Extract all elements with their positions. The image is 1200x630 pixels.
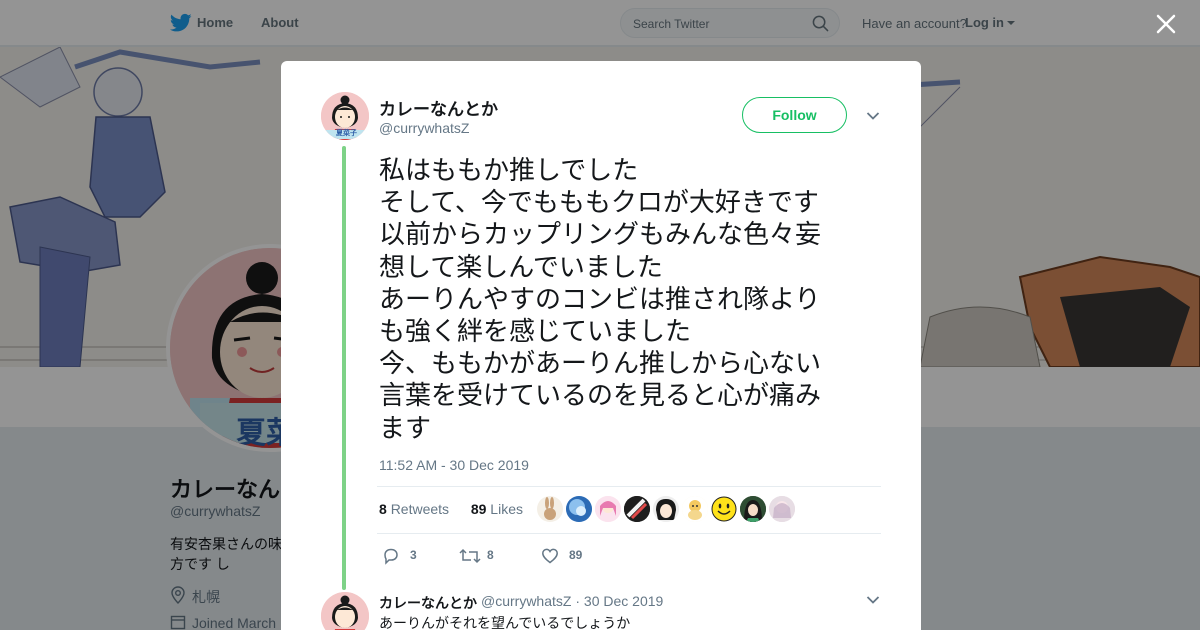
chevron-down-icon[interactable]: [866, 595, 880, 605]
tweet-author-avatar[interactable]: 夏菜子: [321, 92, 369, 140]
retweets-label: Retweets: [390, 501, 450, 517]
close-icon[interactable]: [1154, 12, 1178, 36]
tweet-modal: 夏菜子 カレーなんとか @currywhatsZ Follow 私はももか推しで…: [281, 61, 921, 630]
tweet-text-line: ます: [379, 412, 432, 443]
reply-icon[interactable]: [382, 547, 400, 565]
divider: [377, 486, 881, 487]
reply-separator: ·: [575, 593, 581, 609]
tweet-text-line: あーりんやすのコンビは推され隊より: [379, 283, 821, 314]
tweet-text-line: 言葉を受けているのを見ると心が痛み: [379, 380, 822, 411]
reply-author-name[interactable]: カレーなんとか: [379, 593, 477, 613]
tweet-author-handle[interactable]: @currywhatsZ: [379, 120, 469, 136]
likes-count: 89: [470, 501, 487, 517]
reply-author-avatar[interactable]: [321, 592, 369, 630]
thread-line: [342, 146, 346, 590]
liker-avatar[interactable]: [624, 496, 650, 522]
like-count: 89: [569, 548, 583, 562]
retweets-count: 8: [379, 501, 387, 517]
liker-avatar[interactable]: [740, 496, 766, 522]
tweet-text-line: 想して楽しんでいました: [379, 251, 663, 282]
liker-avatar[interactable]: [769, 496, 795, 522]
reply-date[interactable]: 30 Dec 2019: [584, 593, 663, 609]
reply-text: あーりんがそれを望んでいるでしょうか: [379, 615, 631, 630]
liker-avatar[interactable]: [595, 496, 621, 522]
divider: [377, 533, 881, 534]
reply-author-handle[interactable]: @currywhatsZ: [481, 593, 571, 609]
liker-avatar[interactable]: [537, 496, 563, 522]
tweet-text-line: 私はももか推しでした: [379, 155, 639, 185]
tweet-text-line: そして、今でもももクロが大好きです: [379, 187, 819, 218]
tweet-author-name[interactable]: カレーなんとか: [379, 95, 498, 120]
retweets-stat[interactable]: 8 Retweets: [379, 501, 449, 517]
liker-avatar[interactable]: [711, 496, 737, 522]
chevron-down-icon[interactable]: [866, 111, 880, 121]
reply-meta: @currywhatsZ · 30 Dec 2019: [481, 593, 663, 609]
liker-avatar[interactable]: [682, 496, 708, 522]
tweet-stats: 8 Retweets 89 Likes: [379, 501, 523, 517]
tweet-text-line: も強く絆を感じていました: [379, 316, 692, 347]
tweet-avatar-caption: 夏菜子: [336, 129, 357, 137]
tweet-text-line: 以前からカップリングもみんな色々妄: [379, 219, 822, 250]
retweet-icon[interactable]: [459, 547, 481, 565]
reply-count: 3: [410, 548, 417, 562]
heart-icon[interactable]: [541, 547, 559, 565]
retweet-count: 8: [487, 548, 494, 562]
tweet-text-line: 今、ももかがあーりん推しから心ない: [379, 348, 822, 379]
tweet-timestamp[interactable]: 11:52 AM - 30 Dec 2019: [379, 457, 529, 473]
liker-avatar[interactable]: [566, 496, 592, 522]
likes-label: Likes: [490, 501, 523, 517]
follow-button[interactable]: Follow: [742, 97, 847, 133]
likes-stat[interactable]: 89 Likes: [471, 501, 523, 517]
tweet-text: 私はももか推しでした そして、今でもももクロが大好きです 以前からカップリングも…: [379, 154, 871, 444]
liker-avatar[interactable]: [653, 496, 679, 522]
